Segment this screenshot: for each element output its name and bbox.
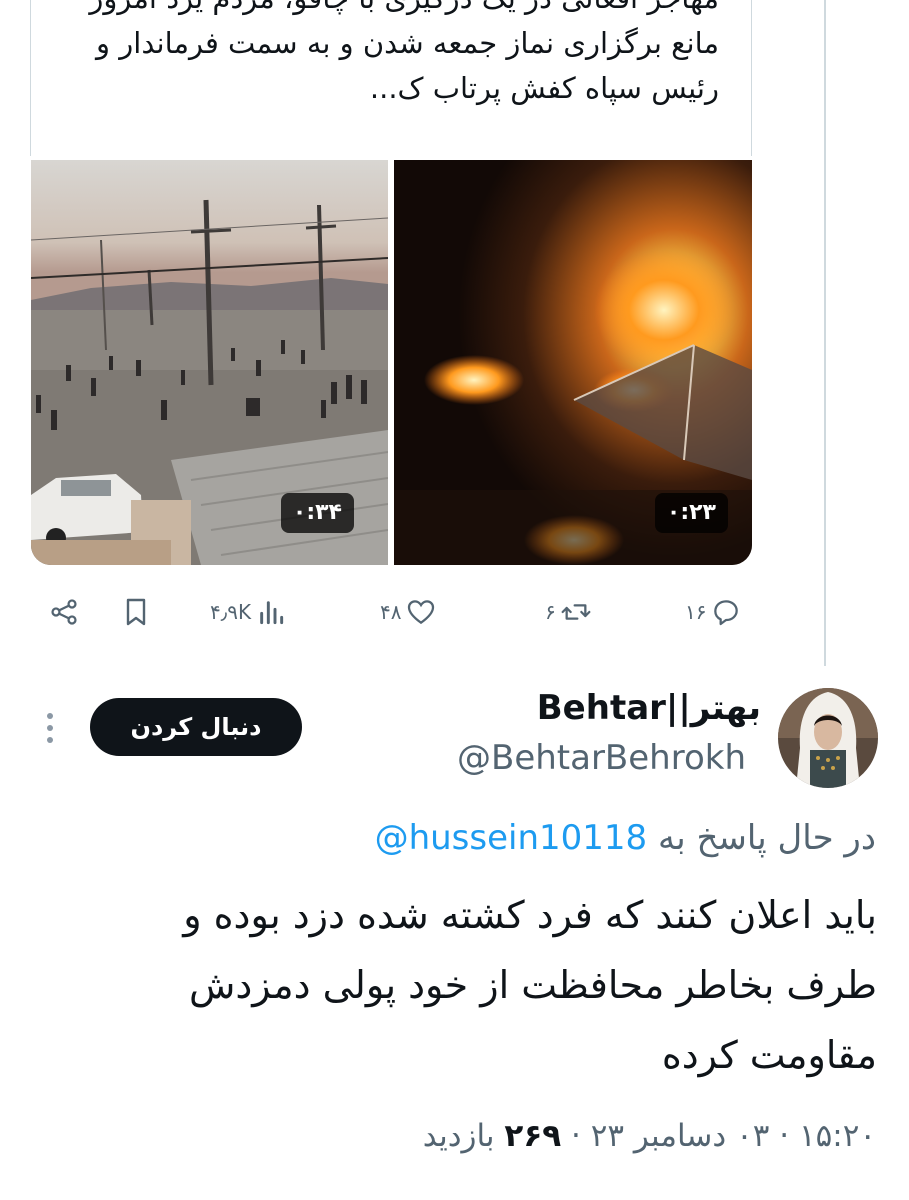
like-button[interactable]: ۴۸ — [380, 588, 437, 636]
reply-icon — [714, 600, 739, 626]
more-options-icon[interactable] — [40, 710, 60, 746]
video-duration-badge: ۰:۳۴ — [280, 493, 354, 533]
retweet-count: ۶ — [545, 600, 556, 624]
retweet-icon — [561, 604, 591, 620]
tweet-date[interactable]: ۰۳ دسامبر ۲۳ — [591, 1118, 770, 1154]
tweet-time[interactable]: ۱۵:۲۰ — [799, 1118, 876, 1154]
quoted-tweet-text: مهاجر افغانی در یک درگیری با چاقو، مردم … — [89, 0, 719, 105]
display-name[interactable]: Behtar||بهتر — [537, 688, 761, 728]
tweet-meta-line: ۱۵:۲۰ · ۰۳ دسامبر ۲۳ · ۲۶۹ بازدید — [423, 1118, 876, 1154]
views-count: ۴٫۹K — [210, 600, 252, 624]
replying-to-line: در حال پاسخ به @hussein10118 — [375, 818, 876, 858]
replying-to-label: در حال پاسخ به — [657, 818, 876, 858]
video-thumbnail-fire[interactable]: ۰:۲۳ — [394, 160, 752, 565]
like-icon — [408, 600, 435, 625]
bookmark-icon — [126, 598, 146, 626]
views-label: بازدید — [422, 1118, 495, 1154]
like-count: ۴۸ — [380, 600, 402, 624]
replying-to-mention-link[interactable]: @hussein10118 — [375, 818, 648, 858]
views-icon — [260, 601, 284, 625]
tweet-action-bar: ۴٫۹K ۴۸ ۶ ۱۶ — [40, 588, 760, 636]
meta-separator: · — [571, 1118, 581, 1154]
user-handle[interactable]: @BehtarBehrokh — [457, 738, 746, 778]
avatar[interactable] — [778, 688, 878, 788]
views-count-total: ۲۶۹ — [504, 1118, 562, 1154]
quoted-tweet-card[interactable]: مهاجر افغانی در یک درگیری با چاقو، مردم … — [30, 0, 752, 156]
avatar-image — [778, 688, 878, 788]
meta-separator: · — [779, 1118, 790, 1154]
retweet-button[interactable]: ۶ — [545, 588, 592, 636]
views-button[interactable]: ۴٫۹K — [210, 588, 287, 636]
video-duration-badge: ۰:۲۳ — [654, 493, 728, 533]
bookmark-button[interactable] — [120, 588, 152, 636]
thread-connector-line — [824, 0, 826, 666]
reply-button[interactable]: ۱۶ — [685, 588, 742, 636]
video-thumbnail-street[interactable]: ۰:۳۴ — [31, 160, 388, 565]
reply-count: ۱۶ — [685, 600, 707, 624]
share-icon — [51, 599, 77, 625]
share-button[interactable] — [48, 588, 80, 636]
follow-button[interactable]: دنبال کردن — [90, 698, 302, 756]
reply-tweet-text: باید اعلان کنند که فرد کشته شده دزد بوده… — [183, 893, 877, 1077]
